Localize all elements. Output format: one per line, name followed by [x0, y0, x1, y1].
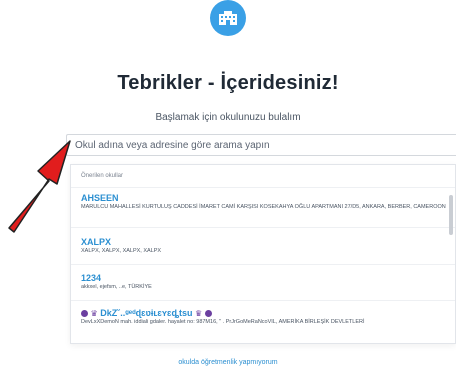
school-search-input[interactable]: Okul adına veya adresine göre arama yapı… — [66, 134, 456, 156]
school-suggestion-item[interactable]: ♛ DkZ˘..ᵍᵉᵈɖɛʋɨʟɛʏɛȡtsu ♛ DevLxXDemoN ma… — [81, 308, 451, 326]
school-suggestion-item[interactable]: XALPX XALPX, XALPX, XALPX, XALPX — [81, 237, 451, 255]
page-subtitle: Başlamak için okulunuzu bulalım — [155, 112, 301, 123]
school-name: XALPX — [81, 237, 112, 247]
dropdown-scrollbar[interactable] — [449, 195, 453, 235]
emoji-icon — [204, 310, 212, 318]
emoji-icon: ♛ — [195, 309, 203, 318]
school-suggestions-dropdown: Önerilen okullar AHSEEN MARULCU MAHALLES… — [70, 164, 456, 344]
divider — [71, 264, 455, 265]
emoji-icon: ♛ — [90, 309, 98, 318]
school-building-icon — [210, 0, 246, 36]
page-title: Tebrikler - İçeridesiniz! — [117, 72, 339, 94]
school-address: MARULCU MAHALLESİ KURTULUŞ CADDESİ İMARE… — [81, 204, 446, 210]
suggestions-header: Önerilen okullar — [71, 165, 455, 188]
school-suggestion-item[interactable]: 1234 akkxel, ejefsm, ..e, TÜRKİYE — [81, 273, 451, 291]
school-suggestion-item[interactable]: AHSEEN MARULCU MAHALLESİ KURTULUŞ CADDES… — [81, 193, 451, 211]
divider — [71, 300, 455, 301]
school-address: DevLxXDemoN mah. iddiali gdaler. hayalet… — [81, 319, 365, 325]
school-name: AHSEEN — [81, 193, 119, 203]
school-address: XALPX, XALPX, XALPX, XALPX — [81, 248, 162, 254]
school-name: DkZ˘..ᵍᵉᵈɖɛʋɨʟɛʏɛȡtsu — [100, 308, 193, 318]
divider — [71, 227, 455, 228]
not-teaching-link[interactable]: okulda öğretmenlik yapmıyorum — [0, 359, 456, 366]
emoji-icon — [81, 310, 88, 318]
school-address: akkxel, ejefsm, ..e, TÜRKİYE — [81, 284, 152, 290]
school-name: 1234 — [81, 273, 102, 283]
